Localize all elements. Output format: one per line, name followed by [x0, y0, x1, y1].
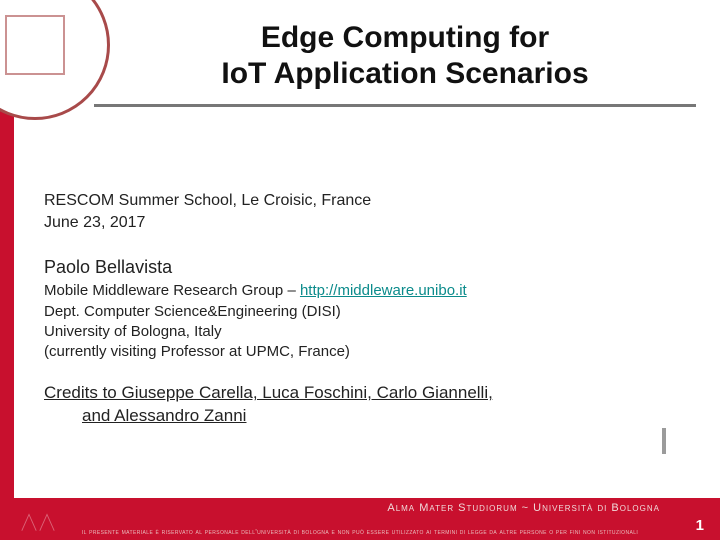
- seal-inner-box: [5, 15, 65, 75]
- author-group: Mobile Middleware Research Group – http:…: [44, 281, 680, 301]
- footer-bar: Alma Mater Studiorum ~ Università di Bol…: [0, 498, 720, 540]
- body-content: RESCOM Summer School, Le Croisic, France…: [44, 190, 680, 428]
- title-divider: [94, 104, 696, 107]
- author-dept: Dept. Computer Science&Engineering (DISI…: [44, 302, 680, 322]
- seal-side-text: DI BOLOGNA: [0, 0, 3, 120]
- credits-block: Credits to Giuseppe Carella, Luca Foschi…: [44, 382, 680, 428]
- credits-line-1: Credits to Giuseppe Carella, Luca Foschi…: [44, 382, 680, 405]
- credits-line-2: and Alessandro Zanni: [82, 405, 680, 428]
- right-gray-marker: [662, 428, 666, 454]
- title-block: Edge Computing for IoT Application Scena…: [120, 20, 690, 92]
- university-seal: STUDIOR DI BOLOGNA: [0, 0, 110, 120]
- title-line-1: Edge Computing for: [261, 21, 549, 54]
- slide: STUDIOR DI BOLOGNA Edge Computing for Io…: [0, 0, 720, 540]
- group-link[interactable]: http://middleware.unibo.it: [300, 282, 467, 299]
- footer-motto: Alma Mater Studiorum ~ Università di Bol…: [387, 502, 660, 514]
- author-university: University of Bologna, Italy: [44, 322, 680, 342]
- event-venue: RESCOM Summer School, Le Croisic, France: [44, 190, 680, 212]
- author-name: Paolo Bellavista: [44, 255, 680, 279]
- footer-ornament-icon: [20, 504, 56, 534]
- event-date: June 23, 2017: [44, 212, 680, 234]
- event-block: RESCOM Summer School, Le Croisic, France…: [44, 190, 680, 233]
- footer-fineprint: il presente materiale è riservato al per…: [60, 529, 660, 536]
- author-group-prefix: Mobile Middleware Research Group –: [44, 282, 300, 299]
- page-number: 1: [696, 517, 704, 534]
- title-line-2: IoT Application Scenarios: [221, 57, 588, 90]
- author-visiting: (currently visiting Professor at UPMC, F…: [44, 342, 680, 362]
